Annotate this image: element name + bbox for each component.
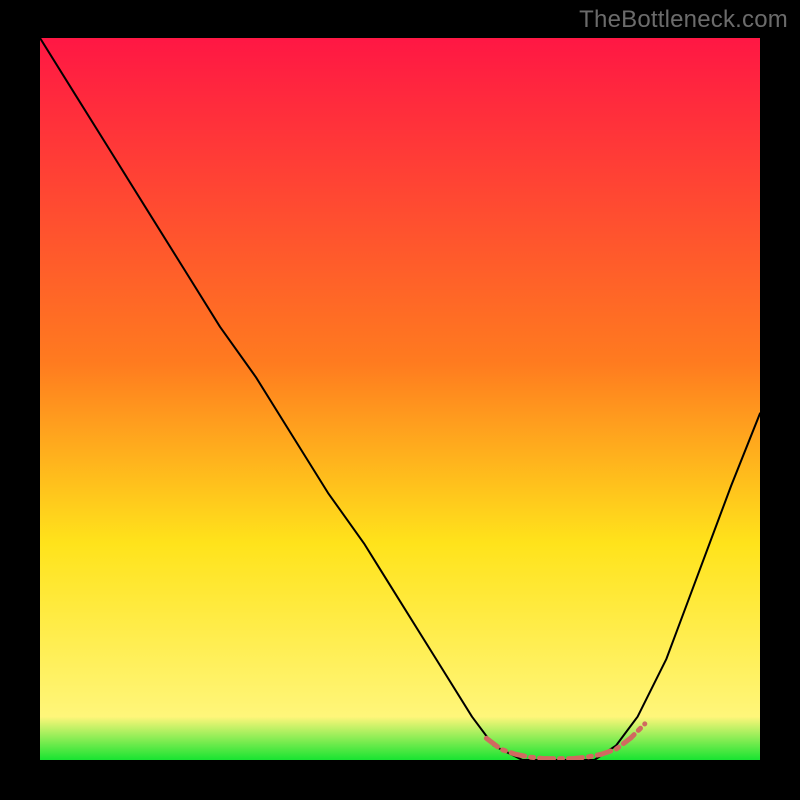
watermark-text: TheBottleneck.com: [579, 6, 788, 34]
chart-frame: TheBottleneck.com: [0, 0, 800, 800]
chart-background: [40, 38, 760, 760]
chart-svg: [40, 38, 760, 760]
bottleneck-chart: [40, 38, 760, 760]
